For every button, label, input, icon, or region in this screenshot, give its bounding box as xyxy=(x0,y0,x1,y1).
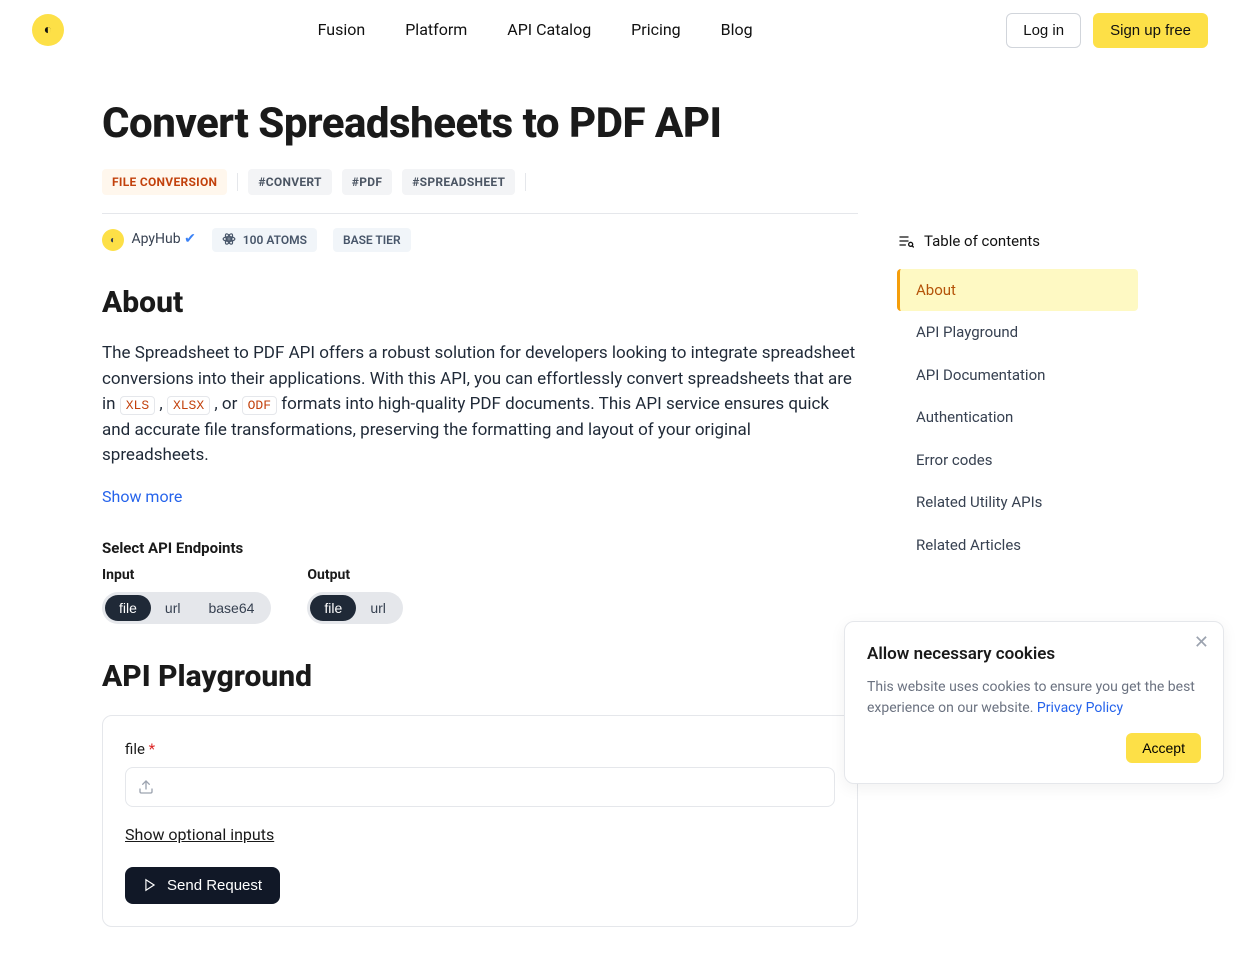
toc-item-related-apis[interactable]: Related Utility APIs xyxy=(900,481,1138,524)
input-option-url[interactable]: url xyxy=(151,595,195,621)
input-option-base64[interactable]: base64 xyxy=(194,595,268,621)
playground-heading: API Playground xyxy=(102,654,858,699)
toc-icon xyxy=(898,233,914,249)
toc-item-related-articles[interactable]: Related Articles xyxy=(900,524,1138,567)
category-chip[interactable]: FILE CONVERSION xyxy=(102,169,227,195)
show-more-link[interactable]: Show more xyxy=(102,485,182,509)
file-upload-input[interactable] xyxy=(125,767,835,807)
file-field-label: file * xyxy=(125,738,835,761)
input-selector: Input file url base64 xyxy=(102,565,271,624)
divider xyxy=(237,173,238,191)
author-name: ApyHub xyxy=(131,231,180,247)
atoms-badge: 100 ATOMS xyxy=(212,228,317,252)
api-meta: ◐ ApyHub ✔ 100 ATOMS BASE TIER xyxy=(102,228,858,252)
format-tag: XLS xyxy=(120,396,155,415)
output-segment: file url xyxy=(307,592,402,624)
cookie-text: This website uses cookies to ensure you … xyxy=(867,679,1195,716)
playground-panel: file * Show optional inputs Send Request xyxy=(102,715,858,927)
cookie-banner: ✕ Allow necessary cookies This website u… xyxy=(844,621,1224,785)
toc-item-playground[interactable]: API Playground xyxy=(900,311,1138,354)
tag-chip[interactable]: #CONVERT xyxy=(248,169,331,195)
tag-chip[interactable]: #SPREADSHEET xyxy=(402,169,515,195)
login-button[interactable]: Log in xyxy=(1006,13,1081,48)
divider xyxy=(102,213,858,214)
tag-chip[interactable]: #PDF xyxy=(342,169,392,195)
tier-badge: BASE TIER xyxy=(333,228,411,252)
privacy-policy-link[interactable]: Privacy Policy xyxy=(1037,700,1123,716)
show-optional-inputs-link[interactable]: Show optional inputs xyxy=(125,823,274,847)
page-title: Convert Spreadsheets to PDF API xyxy=(102,92,858,155)
close-icon[interactable]: ✕ xyxy=(1194,634,1209,652)
author-avatar-icon: ◐ xyxy=(102,229,124,251)
nav-link-pricing[interactable]: Pricing xyxy=(631,18,681,42)
top-nav: ◐ Fusion Platform API Catalog Pricing Bl… xyxy=(0,0,1240,60)
about-text: , xyxy=(155,394,167,414)
atoms-count: 100 ATOMS xyxy=(243,233,307,247)
about-heading: About xyxy=(102,280,858,325)
endpoint-selectors: Input file url base64 Output file url xyxy=(102,565,858,624)
output-option-file[interactable]: file xyxy=(310,595,356,621)
endpoints-heading: Select API Endpoints xyxy=(102,537,858,560)
output-option-url[interactable]: url xyxy=(356,595,400,621)
format-tag: ODF xyxy=(242,396,277,415)
output-label: Output xyxy=(307,565,402,586)
nav-actions: Log in Sign up free xyxy=(1006,13,1208,48)
input-option-file[interactable]: file xyxy=(105,595,151,621)
cookie-title: Allow necessary cookies xyxy=(867,642,1201,668)
cookie-body: This website uses cookies to ensure you … xyxy=(867,677,1201,719)
nav-link-fusion[interactable]: Fusion xyxy=(318,18,366,42)
send-request-label: Send Request xyxy=(167,877,262,894)
toc-title: Table of contents xyxy=(924,230,1040,253)
toc-heading: Table of contents xyxy=(898,230,1138,253)
atoms-icon xyxy=(222,232,236,246)
input-label: Input xyxy=(102,565,271,586)
table-of-contents: Table of contents About API Playground A… xyxy=(898,80,1138,566)
divider xyxy=(525,173,526,191)
send-request-button[interactable]: Send Request xyxy=(125,867,280,904)
play-icon xyxy=(143,878,157,892)
input-segment: file url base64 xyxy=(102,592,271,624)
brand-logo[interactable]: ◐ xyxy=(32,14,64,46)
nav-link-platform[interactable]: Platform xyxy=(405,18,467,42)
toc-item-documentation[interactable]: API Documentation xyxy=(900,354,1138,397)
author[interactable]: ◐ ApyHub ✔ xyxy=(102,229,196,252)
output-selector: Output file url xyxy=(307,565,402,624)
signup-button[interactable]: Sign up free xyxy=(1093,13,1208,48)
nav-link-blog[interactable]: Blog xyxy=(721,18,753,42)
about-text: , or xyxy=(210,394,241,414)
required-mark: * xyxy=(149,740,155,758)
toc-item-about[interactable]: About xyxy=(897,269,1138,312)
field-label-text: file xyxy=(125,740,145,758)
accept-cookies-button[interactable]: Accept xyxy=(1126,733,1201,763)
nav-link-api-catalog[interactable]: API Catalog xyxy=(507,18,591,42)
about-body: The Spreadsheet to PDF API offers a robu… xyxy=(102,341,858,469)
toc-item-authentication[interactable]: Authentication xyxy=(900,396,1138,439)
toc-item-error-codes[interactable]: Error codes xyxy=(900,439,1138,482)
tag-row: FILE CONVERSION #CONVERT #PDF #SPREADSHE… xyxy=(102,169,858,195)
format-tag: XLSX xyxy=(167,396,210,415)
upload-icon xyxy=(138,779,154,795)
nav-links: Fusion Platform API Catalog Pricing Blog xyxy=(318,18,753,42)
toc-list: About API Playground API Documentation A… xyxy=(898,269,1138,567)
verified-icon: ✔ xyxy=(184,231,196,247)
